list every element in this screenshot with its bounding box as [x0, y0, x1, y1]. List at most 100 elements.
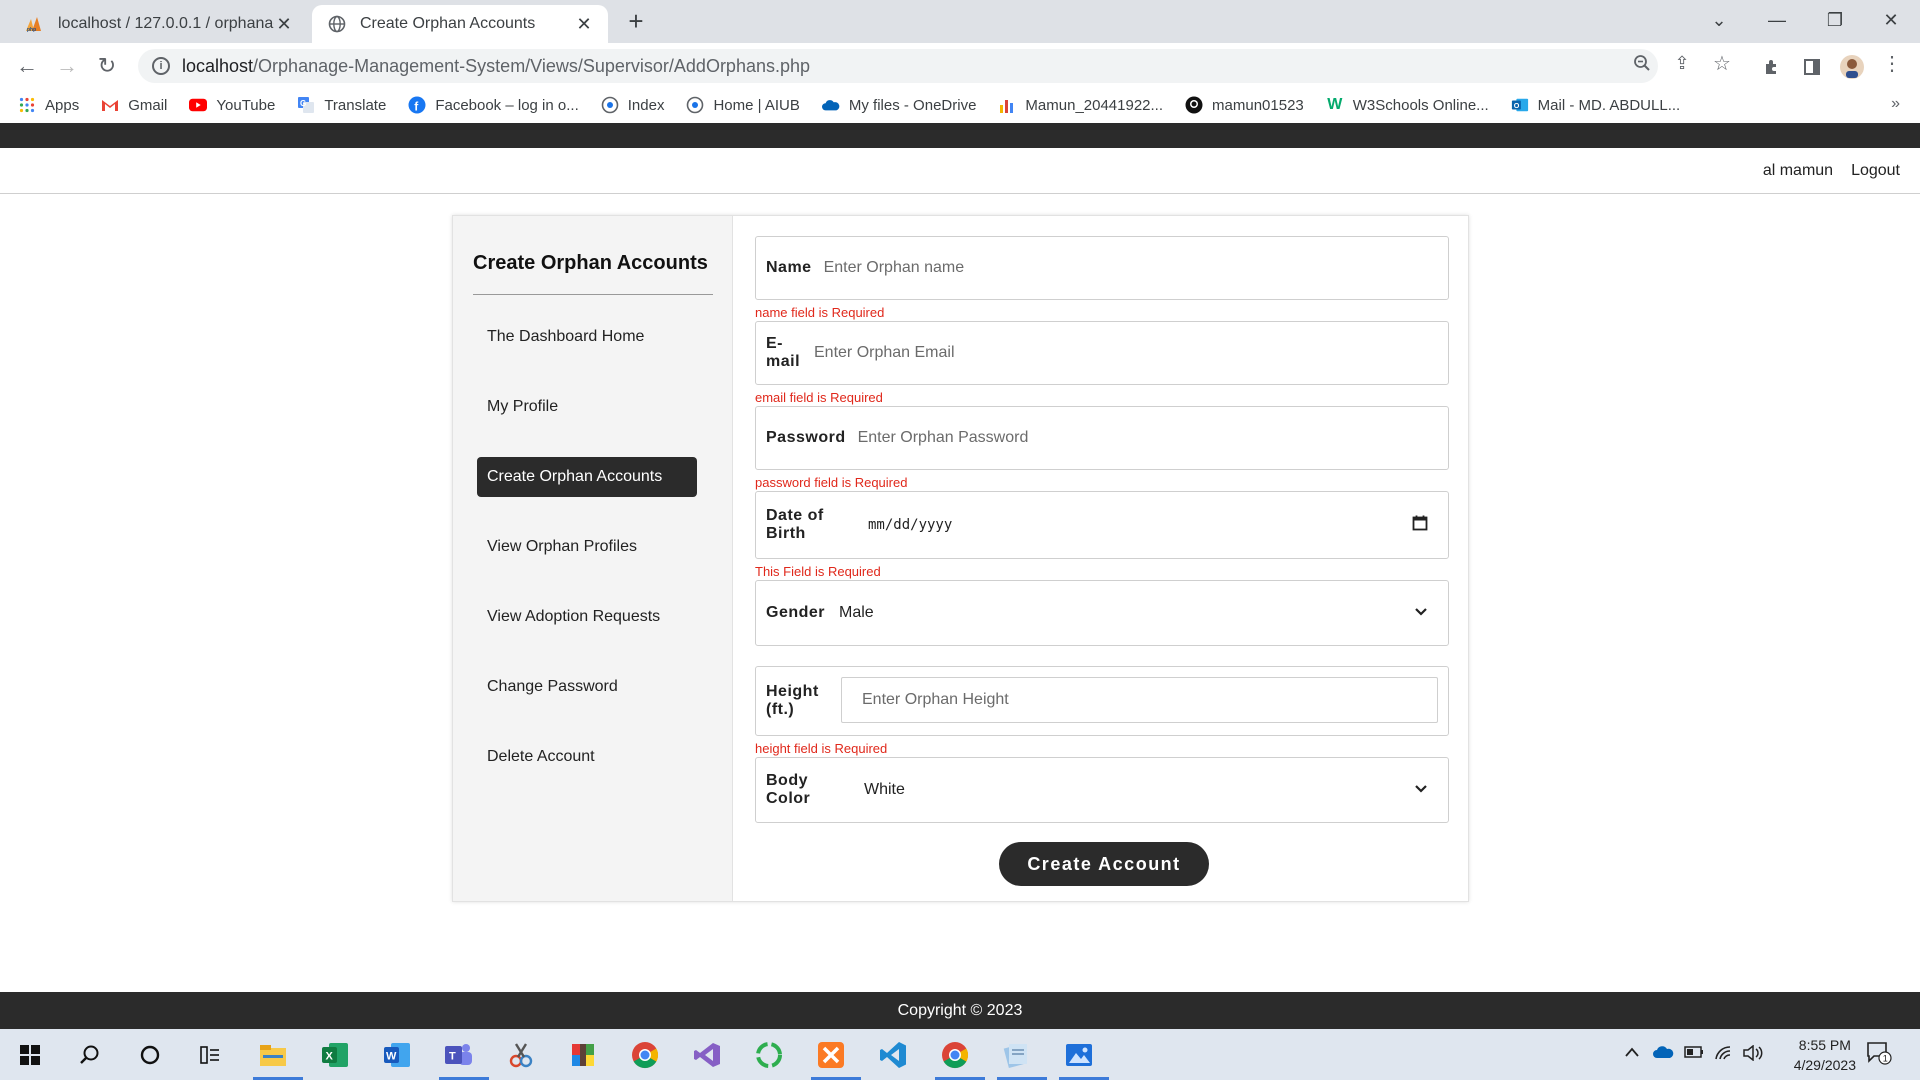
vscode-icon[interactable] [873, 1035, 913, 1075]
facebook-icon: f [408, 96, 426, 114]
close-tab-icon[interactable]: ✕ [574, 14, 594, 35]
side-panel-icon[interactable] [1798, 53, 1826, 81]
create-orphan-card: Create Orphan Accounts The Dashboard Hom… [452, 215, 1469, 902]
bookmark-mamun-chart[interactable]: Mamun_20441922... [998, 96, 1163, 114]
bookmark-index[interactable]: Index [601, 96, 665, 114]
address-bar[interactable]: i localhost/Orphanage-Management-System/… [138, 49, 1658, 83]
tab-phpmyadmin[interactable]: php localhost / 127.0.0.1 / orphanage ✕ [10, 5, 308, 43]
bookmark-translate[interactable]: G Translate [297, 96, 386, 114]
tab-title: Create Orphan Accounts [360, 15, 536, 32]
reload-icon[interactable]: ↻ [92, 51, 122, 81]
username-link[interactable]: al mamun [1763, 162, 1833, 180]
excel-icon[interactable]: X [315, 1035, 355, 1075]
chrome-icon[interactable] [935, 1035, 985, 1080]
sidebar-item-create-orphan-accounts[interactable]: Create Orphan Accounts [477, 457, 697, 497]
bookmarks-bar: Apps Gmail YouTube G Translate f Faceboo… [0, 87, 1920, 123]
sidebar-item-view-adoption-requests[interactable]: View Adoption Requests [477, 597, 697, 637]
browser-tab-strip: php localhost / 127.0.0.1 / orphanage ✕ … [0, 0, 1920, 43]
windows-start-icon[interactable] [10, 1035, 50, 1075]
bookmark-label: Mamun_20441922... [1025, 96, 1164, 114]
xampp-icon[interactable] [811, 1035, 861, 1080]
email-field[interactable]: E-mail Enter Orphan Email [755, 321, 1449, 385]
dob-input[interactable]: mm/dd/yyyy [868, 517, 952, 533]
profile-avatar[interactable] [1838, 53, 1866, 81]
bookmark-label: Index [627, 96, 665, 114]
gender-select[interactable]: Gender Male [755, 580, 1449, 646]
height-label-line1: Height [766, 683, 819, 700]
tray-overflow-chevron-icon[interactable] [1624, 1045, 1640, 1063]
bookmark-home-aiub[interactable]: Home | AIUB [686, 96, 800, 114]
sync-app-icon[interactable] [749, 1035, 789, 1075]
bookmark-onedrive[interactable]: My files - OneDrive [821, 96, 977, 114]
close-tab-icon[interactable]: ✕ [274, 14, 294, 35]
sidebar-item-delete-account[interactable]: Delete Account [477, 737, 697, 777]
bookmark-facebook[interactable]: f Facebook – log in o... [408, 96, 579, 114]
window-close-icon[interactable]: ✕ [1862, 0, 1920, 40]
cortana-icon[interactable] [130, 1035, 170, 1075]
bookmark-apps[interactable]: Apps [18, 96, 79, 114]
body-color-select[interactable]: Body Color White [755, 757, 1449, 823]
file-explorer-icon[interactable] [253, 1035, 303, 1080]
onedrive-tray-icon[interactable] [1652, 1045, 1674, 1064]
bookmark-star-icon[interactable]: ☆ [1708, 49, 1736, 77]
dob-field[interactable]: Date of Birth mm/dd/yyyy [755, 491, 1449, 559]
battery-icon[interactable] [1684, 1045, 1704, 1063]
bookmark-gmail[interactable]: Gmail [101, 96, 167, 114]
bookmarks-overflow-icon[interactable]: » [1891, 95, 1900, 113]
wifi-icon[interactable] [1714, 1045, 1734, 1066]
notifications-icon[interactable]: 1 [1866, 1041, 1892, 1070]
system-clock[interactable]: 8:55 PM 4/29/2023 [1794, 1035, 1856, 1075]
chevron-down-icon [1414, 604, 1428, 622]
password-input[interactable]: Enter Orphan Password [858, 429, 1029, 447]
zoom-icon[interactable] [1628, 49, 1656, 77]
name-field[interactable]: Name Enter Orphan name [755, 236, 1449, 300]
bookmark-label: Facebook – log in o... [435, 96, 579, 114]
svg-text:W: W [386, 1051, 397, 1063]
task-view-icon[interactable] [190, 1035, 230, 1075]
tab-create-orphan-accounts[interactable]: Create Orphan Accounts ✕ [312, 5, 608, 43]
extensions-puzzle-icon[interactable] [1758, 53, 1786, 81]
winrar-icon[interactable] [563, 1035, 603, 1075]
w3schools-icon: W [1327, 96, 1343, 113]
forward-arrow-icon[interactable]: → [52, 51, 82, 81]
sidebar-item-change-password[interactable]: Change Password [477, 667, 697, 707]
visual-studio-icon[interactable] [687, 1035, 727, 1075]
bookmark-label: Mail - MD. ABDULL... [1537, 96, 1681, 114]
clock-time: 8:55 PM [1798, 1037, 1851, 1053]
tab-search-chevron-icon[interactable]: ⌄ [1690, 0, 1748, 40]
word-icon[interactable]: W [377, 1035, 417, 1075]
height-input[interactable]: Enter Orphan Height [841, 677, 1438, 723]
minimize-icon[interactable]: — [1748, 0, 1806, 40]
email-input[interactable]: Enter Orphan Email [814, 344, 955, 362]
logout-link[interactable]: Logout [1851, 162, 1900, 180]
sidebar-item-view-orphan-profiles[interactable]: View Orphan Profiles [477, 527, 697, 567]
body-color-label-line2: Color [766, 790, 811, 807]
sidebar-item-my-profile[interactable]: My Profile [477, 387, 697, 427]
bookmark-youtube[interactable]: YouTube [189, 96, 275, 114]
share-icon[interactable]: ⇪ [1668, 49, 1696, 77]
bookmark-outlook-mail[interactable]: O Mail - MD. ABDULL... [1511, 96, 1681, 114]
bookmark-label: mamun01523 [1212, 96, 1304, 114]
bookmark-label: My files - OneDrive [848, 96, 977, 114]
create-account-button[interactable]: Create Account [999, 842, 1209, 886]
body-color-label-line1: Body [766, 772, 808, 789]
notepad-icon[interactable] [997, 1035, 1047, 1080]
new-tab-plus-icon[interactable]: + [622, 7, 650, 35]
bookmark-w3schools[interactable]: W W3Schools Online... [1326, 96, 1488, 114]
search-icon[interactable] [70, 1035, 110, 1075]
sidebar-item-dashboard-home[interactable]: The Dashboard Home [477, 317, 697, 357]
back-arrow-icon[interactable]: ← [12, 51, 42, 81]
restore-icon[interactable]: ❐ [1806, 0, 1864, 40]
password-field[interactable]: Password Enter Orphan Password [755, 406, 1449, 470]
site-info-icon[interactable]: i [152, 57, 170, 75]
chrome-icon[interactable] [625, 1035, 665, 1075]
calendar-icon[interactable] [1412, 515, 1428, 536]
volume-icon[interactable] [1742, 1044, 1764, 1066]
snipping-tool-icon[interactable] [501, 1035, 541, 1075]
gender-value: Male [839, 604, 874, 621]
teams-icon[interactable]: T [439, 1035, 489, 1080]
menu-kebab-icon[interactable]: ⋮ [1878, 49, 1906, 77]
bookmark-github[interactable]: mamun01523 [1185, 96, 1304, 114]
name-input[interactable]: Enter Orphan name [824, 259, 965, 277]
photos-icon[interactable] [1059, 1035, 1109, 1080]
